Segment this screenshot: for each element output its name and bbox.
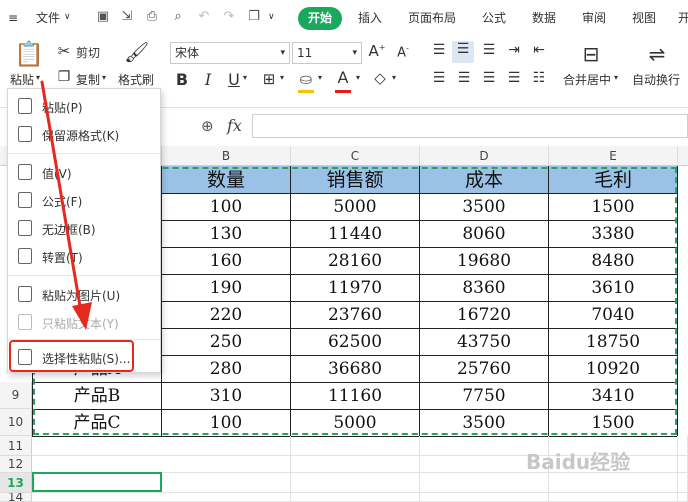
annotation-arrow (40, 80, 92, 330)
